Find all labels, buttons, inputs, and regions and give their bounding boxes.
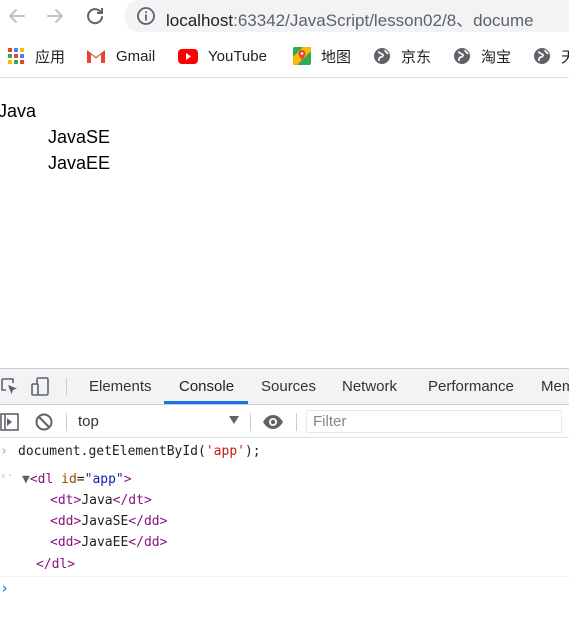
tag-name: dd — [57, 535, 74, 550]
bookmark-youtube[interactable]: YouTube — [178, 45, 267, 67]
reload-icon[interactable] — [82, 3, 108, 29]
bookmark-gmail[interactable]: Gmail — [86, 45, 155, 67]
attr-value: "app" — [84, 472, 124, 487]
url-host: localhost — [166, 11, 234, 30]
address-bar[interactable]: localhost:63342/JavaScript/lesson02/8、do… — [124, 0, 569, 32]
filter-field[interactable] — [306, 410, 562, 433]
definition-desc-javase: JavaSE — [48, 127, 111, 147]
info-icon[interactable] — [136, 6, 156, 26]
bookmark-taobao[interactable]: 淘宝 — [453, 45, 511, 67]
command-string-arg: 'app' — [205, 444, 245, 459]
attr-name: id — [61, 472, 77, 487]
globe-icon — [374, 48, 390, 64]
bookmark-jd[interactable]: 京东 — [373, 45, 431, 67]
forward-arrow-icon[interactable] — [42, 3, 68, 29]
node-text: Java — [81, 493, 113, 508]
youtube-icon — [178, 48, 198, 64]
page-viewport: Java JavaSE JavaEE — [0, 78, 569, 368]
bookmark-tian[interactable]: 天 — [533, 45, 569, 67]
tag-name: dt — [57, 493, 74, 508]
tab-console[interactable]: Console — [179, 369, 234, 404]
tab-network[interactable]: Network — [342, 369, 397, 404]
node-text: JavaEE — [81, 535, 129, 550]
clear-console-icon[interactable] — [34, 412, 54, 432]
tag-name: dd — [143, 514, 160, 529]
tag-name: dd — [143, 535, 160, 550]
command-code: document.getElementById( — [18, 444, 206, 459]
tag-name: dt — [128, 493, 144, 508]
tag-name: dd — [57, 514, 74, 529]
devtools-tabbar: Elements Console Sources Network Perform… — [0, 369, 569, 405]
url-text: localhost:63342/JavaScript/lesson02/8、do… — [166, 6, 534, 31]
console-message-divider — [0, 576, 569, 577]
result-close-tag[interactable]: </dl> — [36, 557, 75, 572]
result-child-dt[interactable]: <dt>Java</dt> — [50, 493, 152, 508]
definition-term: Java — [0, 101, 37, 121]
bookmark-maps[interactable]: 地图 — [293, 45, 351, 67]
toolbar-divider — [296, 413, 297, 431]
bookmark-label: 地图 — [321, 48, 352, 66]
tab-sources[interactable]: Sources — [261, 369, 316, 404]
result-return-icon: ‹· — [0, 469, 14, 482]
active-tab-indicator — [164, 401, 248, 404]
node-text: JavaSE — [81, 514, 129, 529]
result-child-dd[interactable]: <dd>JavaEE</dd> — [50, 535, 167, 550]
chevron-down-icon[interactable] — [229, 416, 239, 424]
maps-icon — [293, 47, 311, 65]
bookmark-label: 应用 — [35, 48, 66, 66]
tag-name: dl — [37, 472, 54, 487]
back-arrow-icon[interactable] — [4, 3, 30, 29]
console-command: document.getElementById('app'); — [18, 444, 261, 459]
inspect-element-icon[interactable] — [0, 377, 20, 397]
globe-icon — [534, 48, 550, 64]
tab-memory[interactable]: Mem — [541, 369, 569, 404]
console-toolbar: top — [0, 405, 569, 438]
tab-performance[interactable]: Performance — [428, 369, 514, 404]
bookmark-label: YouTube — [208, 47, 267, 65]
command-code-end: ); — [244, 444, 261, 459]
bookmark-label: 淘宝 — [481, 48, 512, 66]
toolbar-divider — [66, 378, 67, 396]
bookmark-label: 京东 — [401, 48, 432, 66]
toggle-sidebar-icon[interactable] — [0, 412, 20, 432]
bookmarks-bar: 应用 Gmail YouTube 地图 京东 淘宝 天 — [0, 40, 569, 72]
input-prompt-icon: › — [0, 444, 8, 459]
browser-toolbar: localhost:63342/JavaScript/lesson02/8、do… — [0, 0, 569, 34]
console-output: › document.getElementById('app'); ‹· ▼<d… — [0, 439, 569, 635]
tab-elements[interactable]: Elements — [89, 369, 152, 404]
url-path: :63342/JavaScript/lesson02/8、docume — [233, 11, 534, 30]
definition-desc-javaee: JavaEE — [48, 153, 111, 173]
context-select[interactable]: top — [78, 413, 99, 430]
toolbar-divider — [250, 413, 251, 431]
eye-icon[interactable] — [262, 412, 283, 432]
bookmark-label: 天 — [561, 48, 569, 66]
result-child-dd[interactable]: <dd>JavaSE</dd> — [50, 514, 167, 529]
device-toolbar-icon[interactable] — [31, 377, 51, 397]
apps-grid-icon — [8, 48, 24, 64]
gmail-icon — [87, 50, 105, 63]
filter-input[interactable] — [307, 411, 561, 432]
toolbar-divider — [66, 413, 67, 431]
globe-icon — [454, 48, 470, 64]
expand-triangle-icon[interactable]: ▼ — [22, 472, 30, 487]
bookmark-label: Gmail — [116, 47, 156, 65]
devtools-panel: Elements Console Sources Network Perform… — [0, 368, 569, 635]
bookmark-apps[interactable]: 应用 — [7, 45, 65, 67]
console-input-prompt-icon[interactable]: › — [0, 579, 9, 597]
result-open-tag[interactable]: ▼<dl id="app"> — [22, 472, 132, 487]
